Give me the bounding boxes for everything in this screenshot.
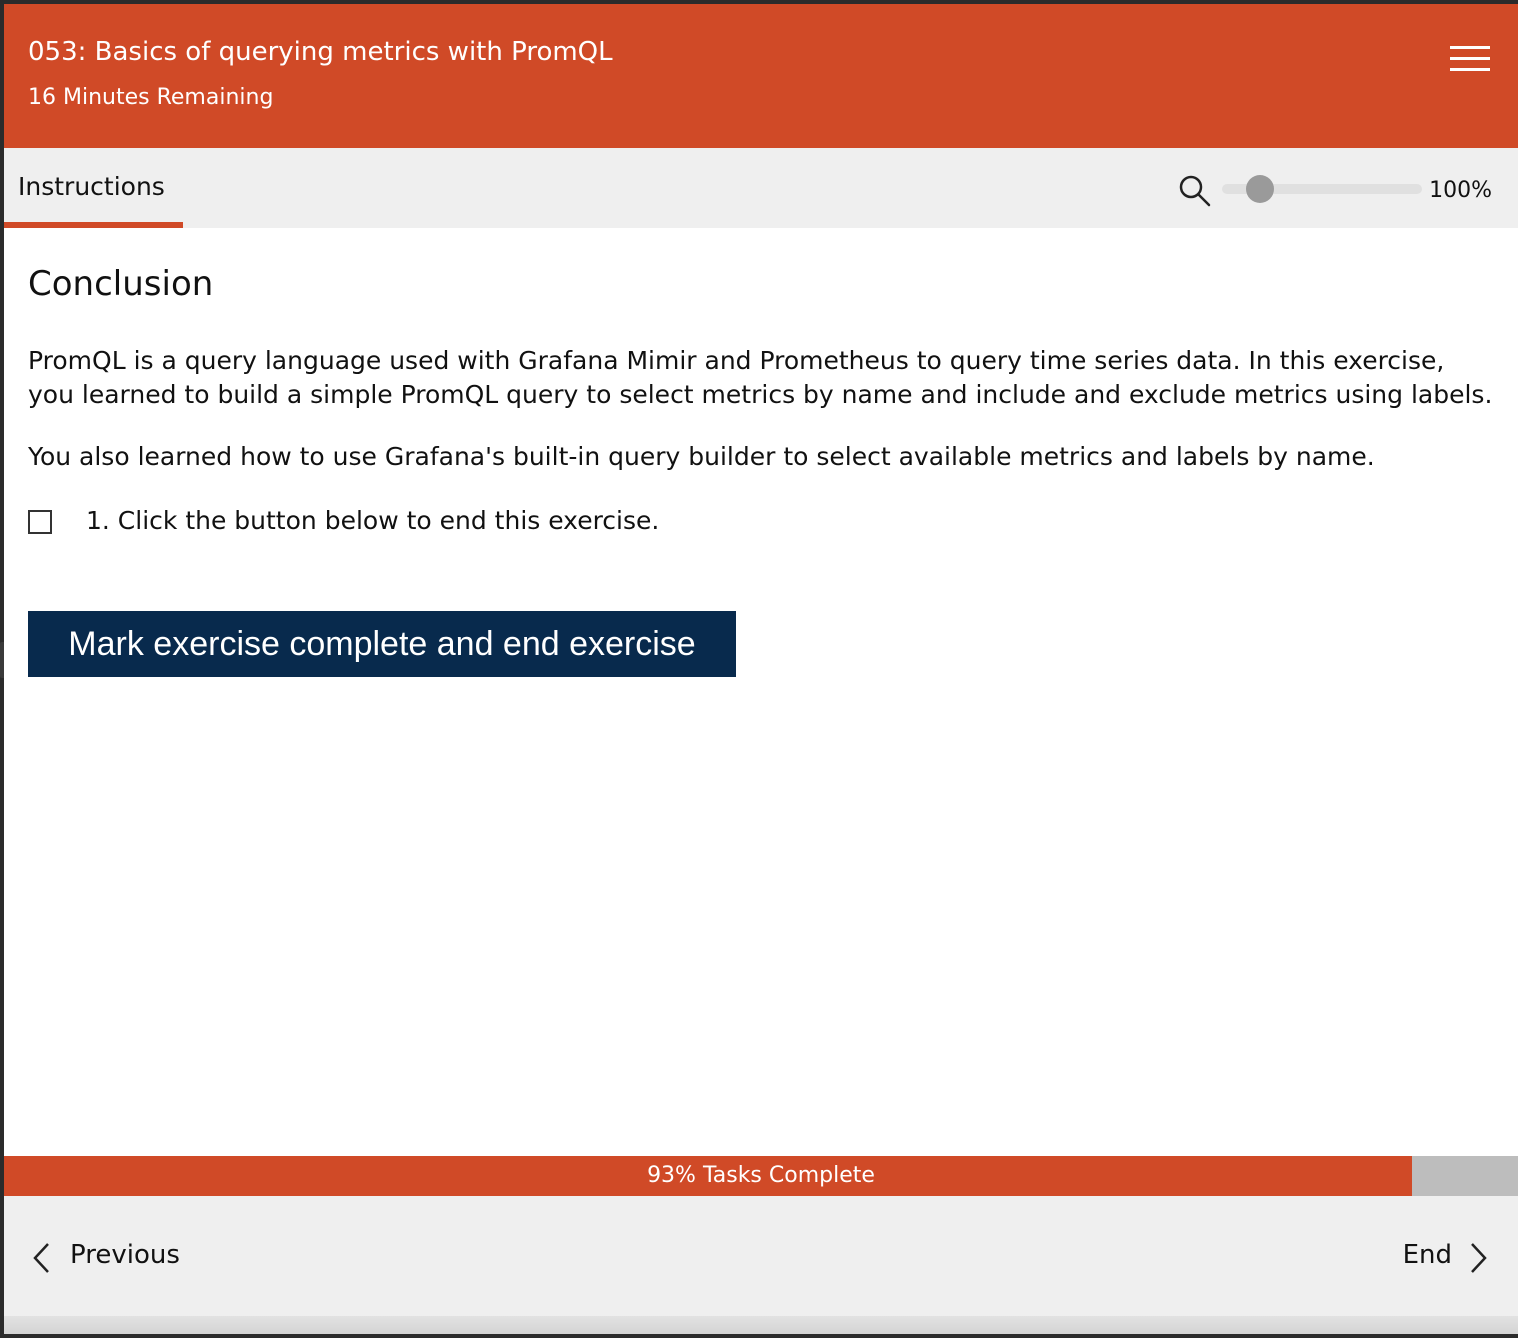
time-remaining: 16 Minutes Remaining (28, 85, 274, 110)
conclusion-paragraph-2: You also learned how to use Grafana's bu… (28, 442, 1375, 471)
tab-instructions[interactable]: Instructions (4, 148, 183, 228)
footer-nav: Previous End (4, 1196, 1518, 1316)
end-next-button[interactable]: End (1398, 1236, 1488, 1276)
section-heading: Conclusion (28, 264, 214, 304)
footer-edge (4, 1316, 1518, 1334)
lab-window: 053: Basics of querying metrics with Pro… (4, 4, 1518, 1334)
progress-label: 93% Tasks Complete (647, 1163, 875, 1188)
tab-instructions-label: Instructions (18, 172, 165, 201)
task-text: 1. Click the button below to end this ex… (86, 506, 660, 535)
zoom-slider-handle[interactable] (1246, 175, 1274, 203)
end-exercise-button[interactable]: Mark exercise complete and end exercise (28, 611, 736, 677)
task-progress-bar: 93% Tasks Complete (4, 1156, 1518, 1196)
page-title: 053: Basics of querying metrics with Pro… (28, 37, 613, 67)
end-label: End (1402, 1240, 1452, 1270)
zoom-level-value: 100% (1429, 178, 1492, 203)
task-checkbox[interactable] (28, 510, 52, 534)
tab-bar: Instructions 100% (4, 148, 1518, 228)
chevron-right-icon (1471, 1243, 1487, 1273)
magnifier-icon (1179, 175, 1211, 207)
header-bar: 053: Basics of querying metrics with Pro… (4, 4, 1518, 148)
conclusion-paragraph-1: PromQL is a query language used with Gra… (28, 346, 1493, 409)
hamburger-menu-icon[interactable] (1450, 46, 1490, 72)
chevron-left-icon (33, 1243, 49, 1273)
previous-label: Previous (70, 1240, 180, 1270)
active-tab-indicator (4, 222, 183, 228)
